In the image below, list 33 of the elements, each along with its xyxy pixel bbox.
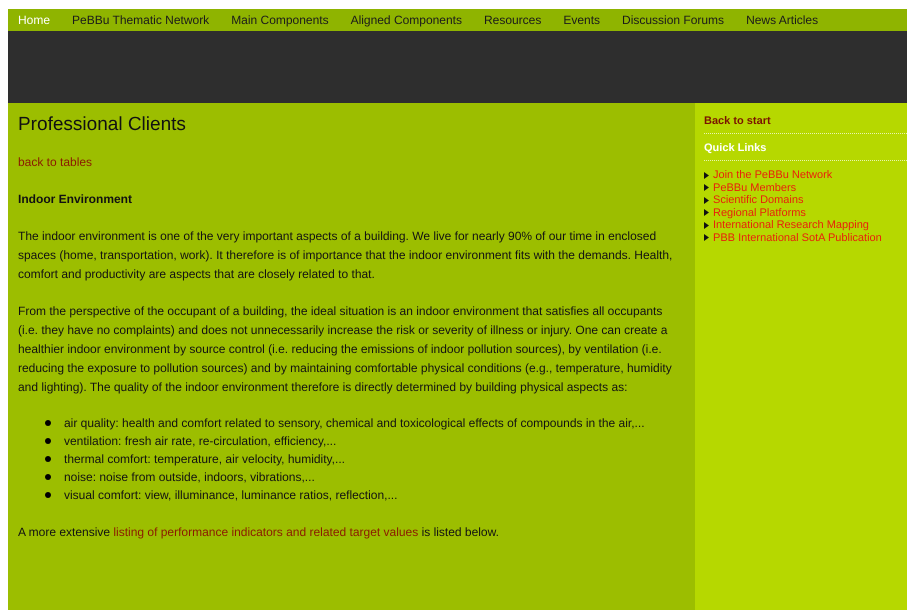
- text-link[interactable]: listing of performance indicators and related target values: [113, 525, 418, 539]
- back-to-start-link[interactable]: Back to start: [704, 115, 771, 127]
- nav-link[interactable]: News Articles: [735, 13, 830, 27]
- nav-link[interactable]: Discussion Forums: [611, 13, 736, 27]
- quick-link[interactable]: Join the PeBBu Network: [713, 169, 832, 182]
- quick-link[interactable]: Scientific Domains: [713, 194, 804, 206]
- quick-link[interactable]: Regional Platforms: [713, 206, 806, 219]
- nav-link[interactable]: Home: [8, 13, 62, 27]
- list-item: noise: noise from outside, indoors, vibrations,...: [64, 469, 315, 486]
- nav-link[interactable]: Aligned Components: [340, 13, 473, 27]
- list-item: thermal comfort: temperature, air velocity, humidity,...: [64, 451, 345, 468]
- nav-link[interactable]: Main Components: [220, 13, 340, 27]
- back-link[interactable]: back to tables: [18, 155, 92, 169]
- paragraph: From the perspective of the occupant of a building, the ideal situation is an indoor environment that satisfies all occupants (i.e. they have no complaints) and does not unnecessarily increase the risk or severity of illness or injury. One can create a healthier indoor environment by source control (i.e. reducing the emissions of indoor pollution sources), by ventilation (i.e. reducing the exposure to pollution sources) and by maintaining comfortable physical conditions (e.g., temperature, humidity and lighting). The quality of the indoor environment therefore is directly determined by building physical aspects as:: [18, 303, 673, 396]
- bullet-icon: [45, 420, 51, 426]
- list-item: air quality: health and comfort related to sensory, chemical and toxicological effects of compounds in the air,...: [64, 415, 645, 432]
- quick-link[interactable]: PBB International SotA Publication: [713, 232, 882, 244]
- page-title: Professional Clients: [18, 113, 187, 137]
- bullet-icon: [45, 438, 51, 444]
- list-item: visual comfort: view, illuminance, luminance ratios, reflection,...: [64, 487, 398, 504]
- paragraph: The indoor environment is one of the very important aspects of a building. We live for nearly 90% of our time in enclosed spaces (home, transportation, work). It therefore is of importance that the indoor environment fits with the demands. Health, comfort and productivity are aspects that are closely related to that.: [18, 228, 674, 283]
- nav-link[interactable]: Events: [552, 13, 612, 27]
- nav-link[interactable]: Resources: [472, 13, 552, 27]
- paragraph: A more extensive listing of performance indicators and related target values is listed below.: [18, 524, 500, 541]
- list-item: ventilation: fresh air rate, re-circulation, efficiency,...: [64, 433, 336, 450]
- quick-link[interactable]: International Research Mapping: [713, 219, 869, 232]
- quick-link[interactable]: PeBBu Members: [713, 182, 796, 194]
- section-heading: Indoor Environment: [18, 191, 133, 208]
- nav-link[interactable]: PeBBu Thematic Network: [61, 13, 220, 27]
- bullet-icon: [45, 474, 51, 480]
- bullet-icon: [45, 456, 51, 462]
- sidebar-heading: Quick Links: [704, 142, 766, 154]
- bullet-icon: [45, 492, 51, 498]
